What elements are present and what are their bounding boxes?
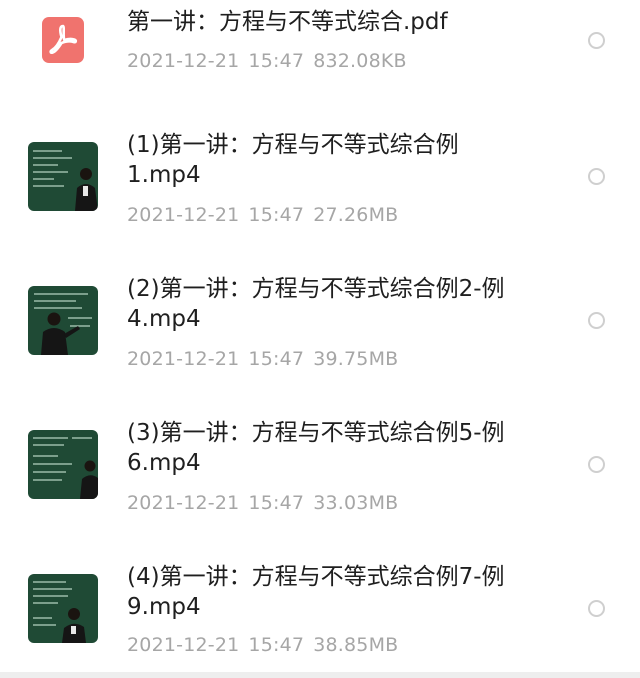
bottom-divider <box>0 672 640 678</box>
video-thumbnail <box>28 142 98 211</box>
file-name: (1)第一讲：方程与不等式综合例 1.mp4 <box>127 130 537 190</box>
file-name-line2: 1.mp4 <box>127 162 201 188</box>
file-meta: 2021-12-21 15:47 38.85MB <box>127 634 407 656</box>
file-date: 2021-12-21 <box>127 348 240 370</box>
file-name: (3)第一讲：方程与不等式综合例5-例 6.mp4 <box>127 418 537 478</box>
file-time: 15:47 <box>248 204 305 226</box>
file-row-pdf[interactable]: 第一讲：方程与不等式综合.pdf 2021-12-21 15:47 832.08KB <box>0 0 640 100</box>
file-meta: 2021-12-21 15:47 832.08KB <box>127 50 416 72</box>
file-time: 15:47 <box>248 634 305 656</box>
file-meta: 2021-12-21 15:47 33.03MB <box>127 492 407 514</box>
file-name-line2: 9.mp4 <box>127 594 201 620</box>
file-row-video[interactable]: (2)第一讲：方程与不等式综合例2-例 4.mp4 2021-12-21 15:4… <box>0 274 640 394</box>
file-name-line1: (2)第一讲：方程与不等式综合例2-例 <box>127 276 505 302</box>
select-radio[interactable] <box>588 600 605 617</box>
video-thumbnail <box>28 286 98 355</box>
file-name: (4)第一讲：方程与不等式综合例7-例 9.mp4 <box>127 562 537 622</box>
file-time: 15:47 <box>248 348 305 370</box>
file-meta: 2021-12-21 15:47 27.26MB <box>127 204 407 226</box>
file-date: 2021-12-21 <box>127 50 240 72</box>
file-name-line1: (4)第一讲：方程与不等式综合例7-例 <box>127 564 505 590</box>
file-row-video[interactable]: (3)第一讲：方程与不等式综合例5-例 6.mp4 2021-12-21 15:4… <box>0 418 640 538</box>
file-name-line1: (3)第一讲：方程与不等式综合例5-例 <box>127 420 505 446</box>
file-size: 832.08KB <box>313 50 407 72</box>
file-date: 2021-12-21 <box>127 204 240 226</box>
file-name: (2)第一讲：方程与不等式综合例2-例 4.mp4 <box>127 274 537 334</box>
file-name-line1: (1)第一讲：方程与不等式综合例 <box>127 132 459 158</box>
file-name: 第一讲：方程与不等式综合.pdf <box>127 9 448 35</box>
select-radio[interactable] <box>588 168 605 185</box>
video-thumbnail <box>28 574 98 643</box>
file-name-line2: 4.mp4 <box>127 306 201 332</box>
pdf-icon <box>42 17 84 63</box>
file-date: 2021-12-21 <box>127 492 240 514</box>
file-time: 15:47 <box>248 50 305 72</box>
file-size: 27.26MB <box>313 204 399 226</box>
file-name-line2: 6.mp4 <box>127 450 201 476</box>
file-meta: 2021-12-21 15:47 39.75MB <box>127 348 407 370</box>
file-size: 39.75MB <box>313 348 399 370</box>
file-row-video[interactable]: (4)第一讲：方程与不等式综合例7-例 9.mp4 2021-12-21 15:4… <box>0 562 640 672</box>
file-list: 第一讲：方程与不等式综合.pdf 2021-12-21 15:47 832.08KB… <box>0 0 640 678</box>
file-time: 15:47 <box>248 492 305 514</box>
video-thumbnail <box>28 430 98 499</box>
file-date: 2021-12-21 <box>127 634 240 656</box>
select-radio[interactable] <box>588 312 605 329</box>
select-radio[interactable] <box>588 456 605 473</box>
file-size: 33.03MB <box>313 492 399 514</box>
file-row-video[interactable]: (1)第一讲：方程与不等式综合例 1.mp4 2021-12-21 15:47 27… <box>0 130 640 250</box>
file-size: 38.85MB <box>313 634 399 656</box>
select-radio[interactable] <box>588 32 605 49</box>
